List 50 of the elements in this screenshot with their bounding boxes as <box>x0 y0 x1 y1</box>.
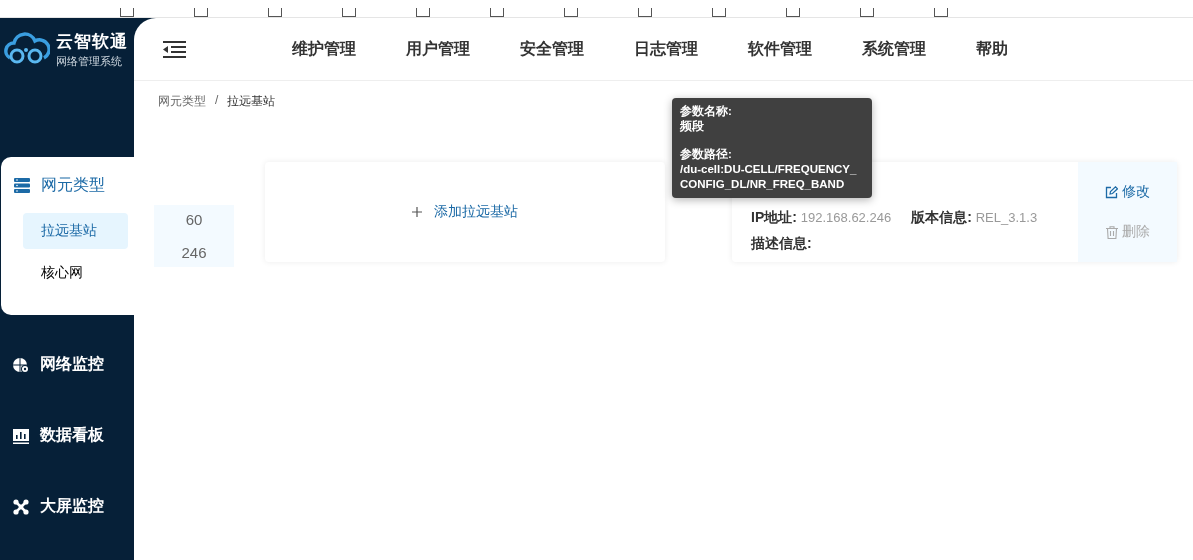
menu-item[interactable]: 网络监控 <box>0 336 134 393</box>
submenu-item[interactable]: 核心网 <box>23 255 128 291</box>
folder-icon[interactable] <box>786 8 800 17</box>
bar-chart-icon <box>12 426 30 445</box>
tooltip-value: /du-cell:DU-CELL/FREQUENCY_CONFIG_DL/NR_FREQ_BAND <box>680 162 858 192</box>
add-station-button[interactable]: 添加拉远基站 <box>265 162 665 262</box>
server-icon <box>13 176 31 194</box>
folder-icon[interactable] <box>194 8 208 17</box>
info-field: 描述信息: <box>751 235 1078 253</box>
folder-icon[interactable] <box>268 8 282 17</box>
tooltip-value: 频段 <box>680 119 705 134</box>
folder-icon[interactable] <box>416 8 430 17</box>
nav-menu-item[interactable]: 安全管理 <box>520 38 584 60</box>
nav-menu-item[interactable]: 用户管理 <box>406 38 470 60</box>
network-icon <box>12 497 30 516</box>
folder-icon[interactable] <box>342 8 356 17</box>
menu-item[interactable]: 数据看板 <box>0 407 134 464</box>
folder-icon[interactable] <box>120 8 134 17</box>
breadcrumb-separator: / <box>215 93 219 109</box>
nav-menu-item[interactable]: 系统管理 <box>862 38 926 60</box>
folder-icon[interactable] <box>860 8 874 17</box>
tooltip-label: 参数路径: <box>680 147 733 162</box>
plus-icon <box>412 207 422 217</box>
cloud-logo-icon <box>4 32 50 66</box>
nav-menu-item[interactable]: 日志管理 <box>634 38 698 60</box>
edit-button[interactable]: 修改 <box>1105 183 1150 201</box>
menu-item[interactable]: 网元类型 <box>1 157 134 213</box>
nav-menu-item[interactable]: 软件管理 <box>748 38 812 60</box>
id-label[interactable]: 60 <box>185 209 203 230</box>
folder-icon[interactable] <box>564 8 578 17</box>
app-title: 云智软通 <box>56 30 128 53</box>
menu-item[interactable]: 大屏监控 <box>0 478 134 535</box>
tooltip-label: 参数名称: <box>680 104 733 119</box>
menu-fold-icon[interactable] <box>163 40 186 58</box>
folder-icon[interactable] <box>934 8 948 17</box>
breadcrumb-item: 拉远基站 <box>227 93 276 110</box>
globe-icon <box>12 355 30 374</box>
nav-menu-item[interactable]: 帮助 <box>976 38 1008 60</box>
breadcrumb-item[interactable]: 网元类型 <box>158 93 206 110</box>
folder-icon[interactable] <box>712 8 726 17</box>
edit-icon <box>1105 185 1118 199</box>
app-subtitle: 网络管理系统 <box>56 54 123 69</box>
nav-menu-item[interactable]: 维护管理 <box>292 38 356 60</box>
info-field: IP地址: 192.168.62.246 <box>751 209 892 227</box>
id-label[interactable]: 246 <box>181 242 207 263</box>
folder-icon[interactable] <box>638 8 652 17</box>
info-field: 版本信息: REL_3.1.3 <box>911 209 1038 227</box>
folder-icon[interactable] <box>490 8 504 17</box>
submenu-item[interactable]: 拉远基站 <box>23 213 128 249</box>
trash-icon <box>1105 225 1118 239</box>
